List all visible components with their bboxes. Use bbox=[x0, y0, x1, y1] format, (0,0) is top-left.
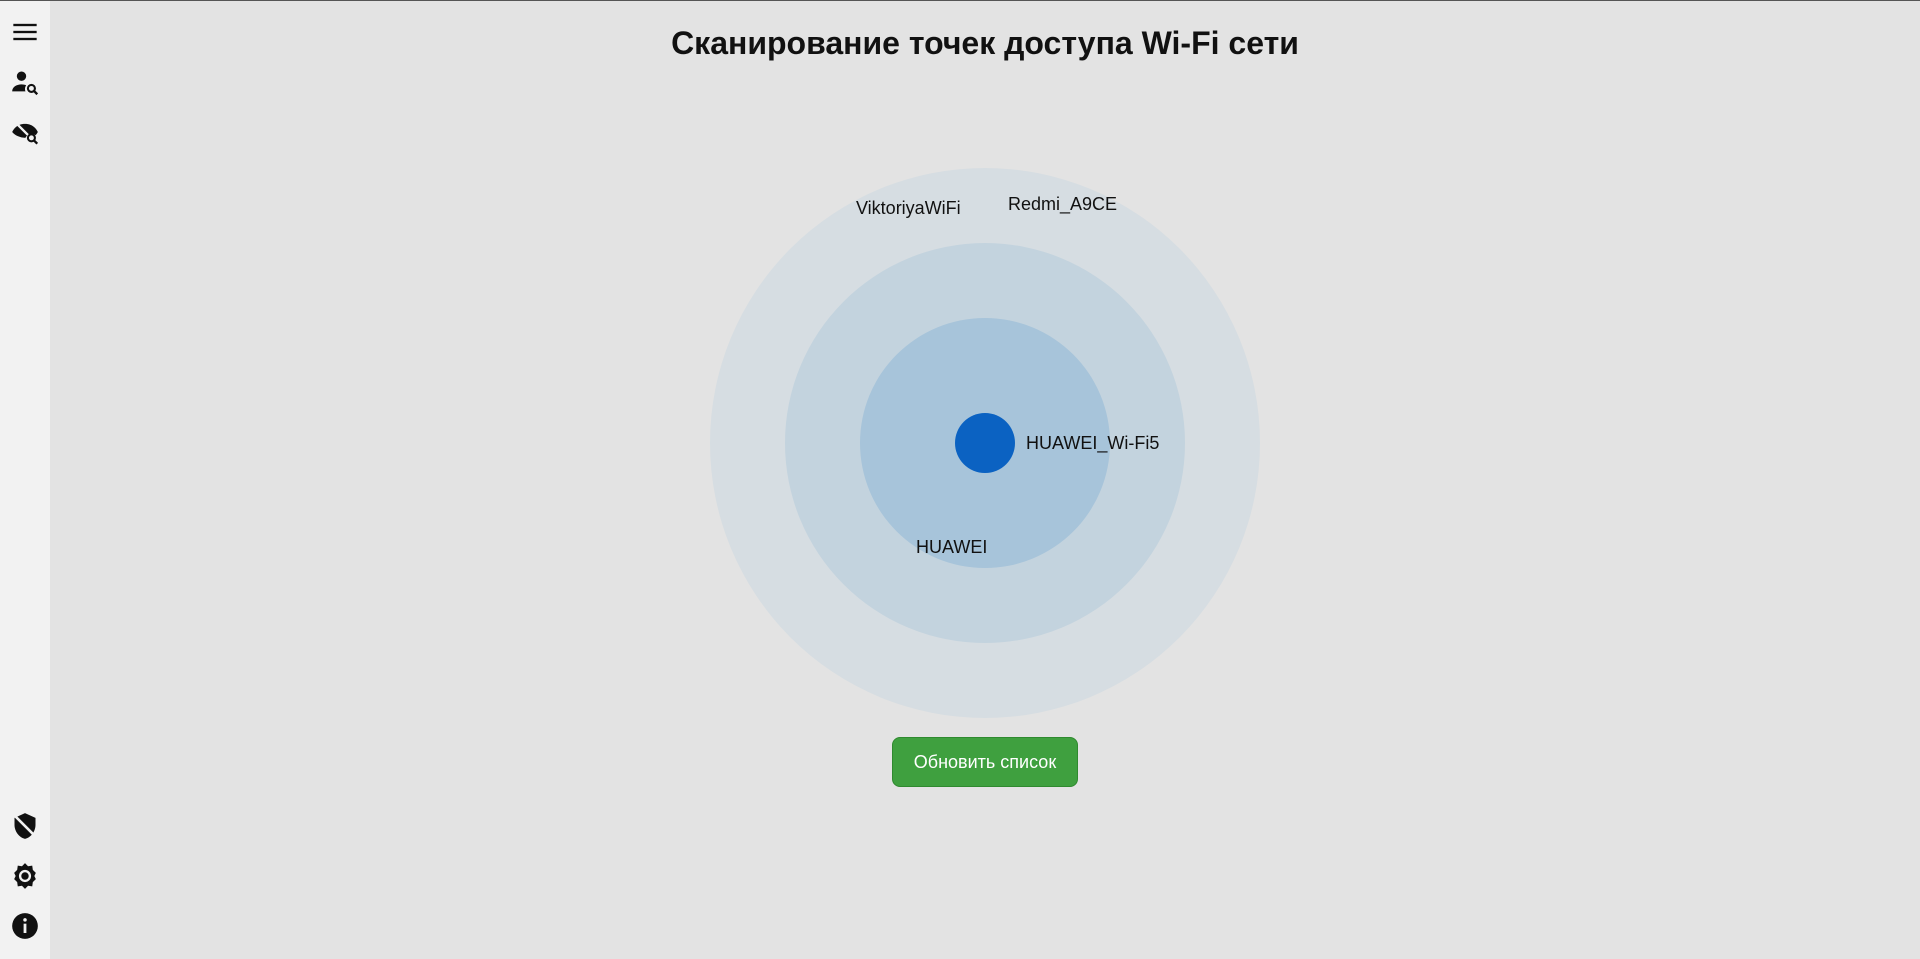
eye-off-search-icon bbox=[12, 120, 39, 145]
access-point-label[interactable]: HUAWEI bbox=[916, 537, 987, 558]
info-icon bbox=[12, 913, 38, 939]
user-search-button[interactable] bbox=[5, 62, 45, 102]
access-point-label[interactable]: ViktoriyaWiFi bbox=[856, 198, 961, 219]
settings-button[interactable] bbox=[5, 856, 45, 896]
main-content: Сканирование точек доступа Wi-Fi сети Vi… bbox=[50, 1, 1920, 959]
menu-button[interactable] bbox=[5, 12, 45, 52]
security-off-button[interactable] bbox=[5, 806, 45, 846]
user-search-icon bbox=[12, 71, 39, 96]
refresh-list-button[interactable]: Обновить список bbox=[892, 737, 1078, 787]
wifi-radar: ViktoriyaWiFi Redmi_A9CE HUAWEI_Wi-Fi5 H… bbox=[50, 1, 1920, 959]
info-button[interactable] bbox=[5, 906, 45, 946]
sidebar bbox=[0, 1, 50, 959]
menu-icon bbox=[13, 23, 37, 41]
settings-icon bbox=[14, 863, 36, 889]
access-point-label[interactable]: HUAWEI_Wi-Fi5 bbox=[1026, 433, 1159, 454]
access-point-label[interactable]: Redmi_A9CE bbox=[1008, 194, 1117, 215]
radar-center-device bbox=[955, 413, 1015, 473]
shield-off-icon bbox=[12, 813, 38, 839]
hidden-network-search-button[interactable] bbox=[5, 112, 45, 152]
